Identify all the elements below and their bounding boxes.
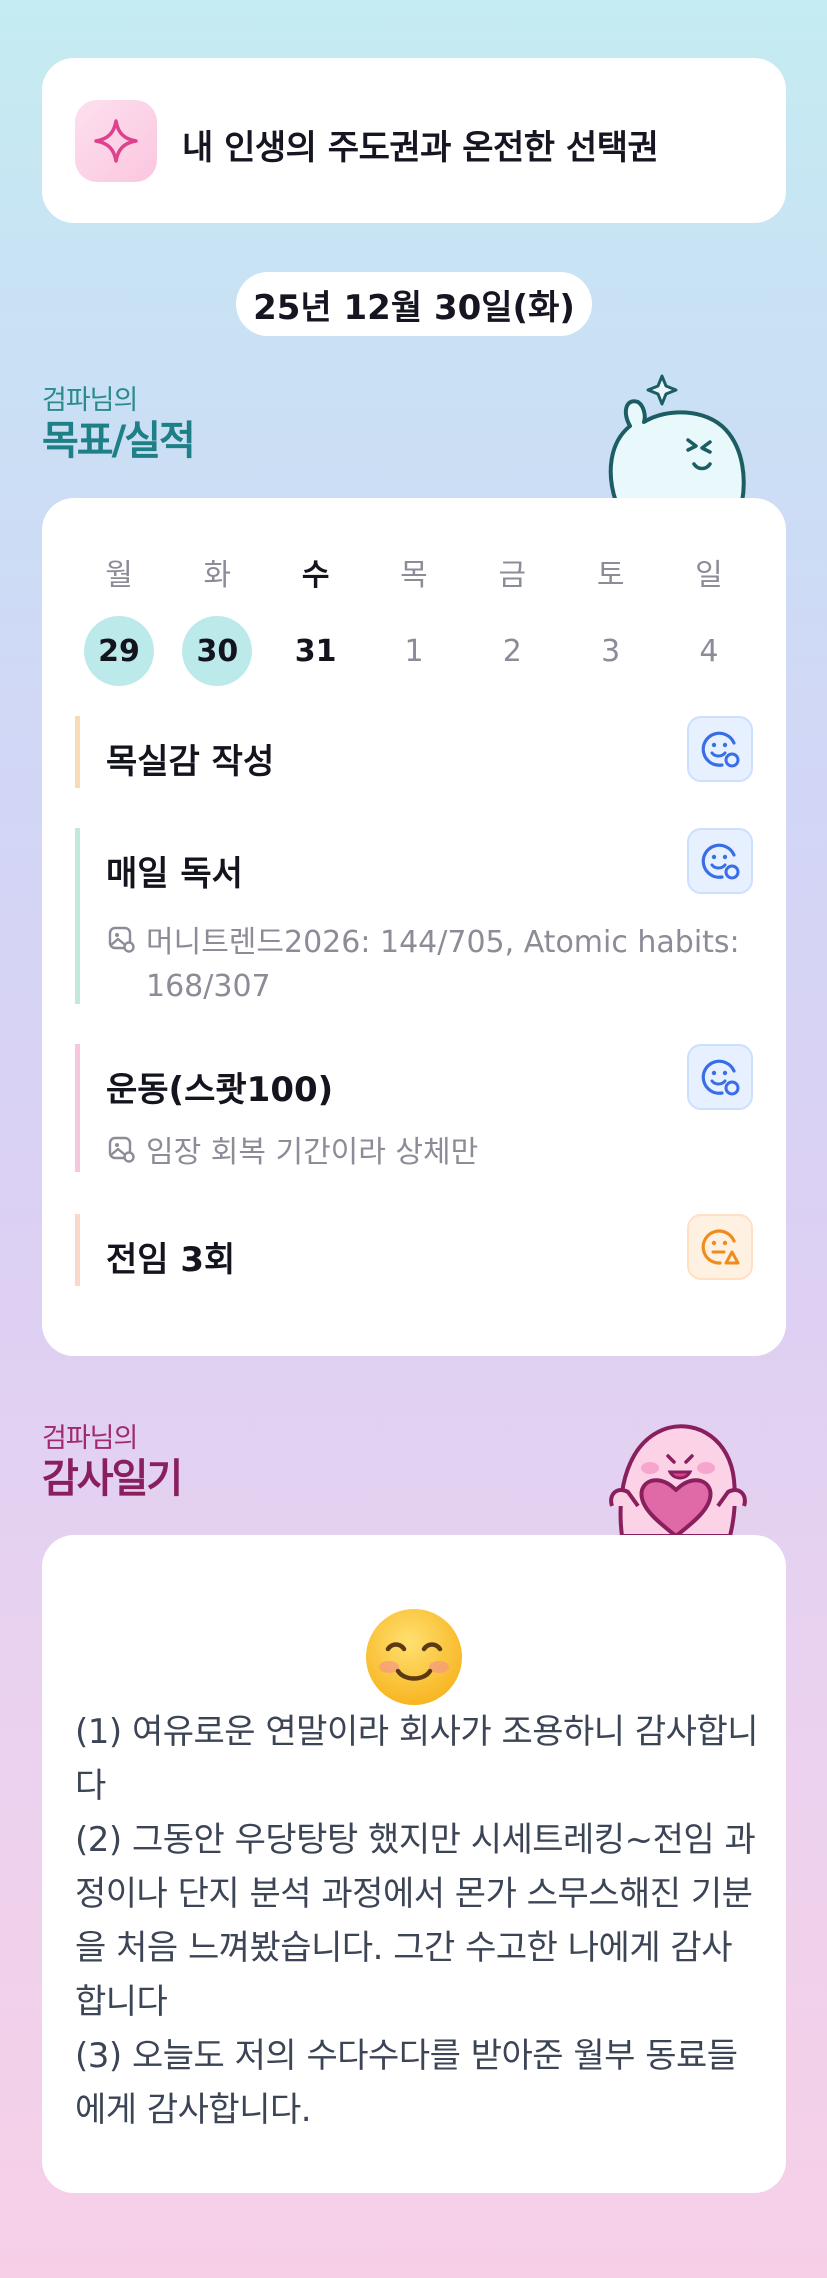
gratitude-section-title: 감사일기 — [42, 1456, 183, 1502]
day-number: 2 — [502, 633, 522, 669]
goal-note-text: 머니트렌드2026: 144/705, Atomic habits: 168/3… — [146, 925, 740, 1004]
goals-section-title: 목표/실적 — [42, 418, 196, 464]
smile-check-icon — [701, 843, 740, 880]
day-mon[interactable]: 월 29 — [75, 550, 163, 686]
goal-note: 머니트렌드2026: 144/705, Atomic habits: 168/3… — [106, 921, 753, 1008]
goal-name: 매일 독서 — [106, 854, 243, 894]
goal-note: 임장 회복 기간이라 상체만 — [106, 1131, 753, 1175]
day-tue[interactable]: 화 30 — [173, 550, 261, 686]
sparkle-icon — [75, 100, 157, 182]
day-name: 수 — [301, 558, 330, 593]
smiling-face-icon — [366, 1609, 462, 1705]
goal-item[interactable]: 운동(스쾃100) 임장 회복 기간이라 상체만 — [75, 1044, 753, 1172]
smile-check-icon — [701, 731, 740, 768]
goal-item[interactable]: 전임 3회 — [75, 1214, 753, 1286]
day-number: 4 — [699, 633, 719, 669]
day-name: 월 — [105, 558, 133, 593]
goal-name: 운동(스쾃100) — [106, 1070, 334, 1110]
day-name: 일 — [695, 558, 723, 593]
goal-item[interactable]: 목실감 작성 — [75, 716, 753, 788]
day-number: 29 — [84, 616, 154, 686]
day-sun[interactable]: 일 4 — [665, 550, 753, 686]
goal-item[interactable]: 매일 독서 머니트렌드2026: 144/705, Atomic habits:… — [75, 828, 753, 1004]
day-number: 1 — [404, 633, 424, 669]
meh-warning-icon — [701, 1229, 740, 1265]
heart-mascot-illustration — [609, 1424, 747, 1536]
goal-status-button[interactable] — [687, 716, 753, 782]
goal-name: 목실감 작성 — [106, 742, 275, 782]
day-fri[interactable]: 금 2 — [468, 550, 556, 686]
gratitude-line: (3) 오늘도 저의 수다수다를 받아준 월부 동료들에게 감사합니다. — [75, 2036, 738, 2130]
note-image-icon — [108, 926, 135, 953]
goal-status-button[interactable] — [687, 1044, 753, 1110]
day-number: 30 — [182, 616, 253, 686]
week-strip: 월 29 화 30 수 31 목 1 금 2 토 3 일 4 — [75, 550, 753, 686]
goal-status-button[interactable] — [687, 1214, 753, 1280]
goal-note-text: 임장 회복 기간이라 상체만 — [146, 1135, 479, 1170]
day-number: 3 — [601, 633, 621, 669]
day-thu[interactable]: 목 1 — [370, 550, 458, 686]
date-label: 25년 12월 30일(화) — [236, 272, 592, 336]
header-title: 내 인생의 주도권과 온전한 선택권 — [182, 128, 659, 168]
smile-check-icon — [701, 1059, 740, 1096]
day-name: 금 — [498, 558, 527, 593]
goal-status-button[interactable] — [687, 828, 753, 894]
waving-mascot-illustration — [608, 374, 746, 502]
gratitude-card: (1) 여유로운 연말이라 회사가 조용하니 감사합니다 (2) 그동안 우당탕… — [42, 1535, 786, 2193]
day-name: 토 — [596, 558, 625, 593]
gratitude-line: (1) 여유로운 연말이라 회사가 조용하니 감사합니다 — [75, 1712, 759, 1806]
header-card: 내 인생의 주도권과 온전한 선택권 — [42, 58, 786, 223]
gratitude-text: (1) 여유로운 연말이라 회사가 조용하니 감사합니다 (2) 그동안 우당탕… — [75, 1705, 759, 2137]
day-wed[interactable]: 수 31 — [272, 550, 360, 686]
gratitude-line: (2) 그동안 우당탕탕 했지만 시세트레킹~전임 과정이나 단지 분석 과정에… — [75, 1820, 756, 2022]
note-image-icon — [108, 1136, 135, 1163]
day-name: 목 — [400, 558, 428, 593]
goal-name: 전임 3회 — [106, 1240, 236, 1280]
day-number: 31 — [294, 633, 337, 669]
goal-card: 월 29 화 30 수 31 목 1 금 2 토 3 일 4 목실감 작성 매일… — [42, 498, 786, 1356]
day-name: 화 — [203, 558, 232, 593]
day-sat[interactable]: 토 3 — [567, 550, 655, 686]
